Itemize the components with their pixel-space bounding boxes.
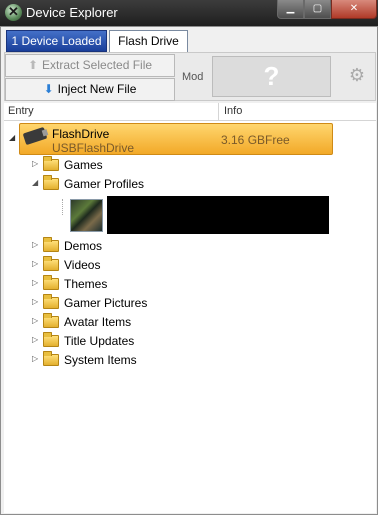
tree-connector [62, 199, 63, 215]
tab-device-loaded[interactable]: 1 Device Loaded [6, 30, 107, 52]
root-name: FlashDrive [52, 127, 110, 141]
root-free-space: 3.16 GBFree [221, 133, 290, 147]
tree-item-label: Avatar Items [64, 315, 132, 329]
tree-item-label: Gamer Profiles [64, 177, 145, 191]
tree-item-label: Games [64, 158, 103, 172]
folder-icon [43, 332, 59, 347]
expand-arrow-icon[interactable]: ▷ [32, 316, 38, 325]
collapse-arrow-icon[interactable]: ◢ [9, 133, 15, 142]
arrow-up-icon: ⬆ [27, 58, 38, 72]
column-info[interactable]: Info [224, 105, 242, 117]
gamer-picture-thumbnail[interactable] [70, 199, 103, 232]
folder-icon [43, 256, 59, 271]
window-title: Device Explorer [26, 5, 118, 20]
tree-item-label: Title Updates [64, 334, 135, 348]
arrow-down-icon: ⬇ [43, 82, 54, 96]
folder-icon [43, 237, 59, 252]
folder-icon [43, 294, 59, 309]
inject-new-file-button[interactable]: ⬇ Inject New File [5, 78, 175, 101]
usb-drive-icon [22, 126, 48, 146]
tree-item-themes[interactable]: ▷ Themes [32, 275, 232, 293]
file-tree: ◢ FlashDrive USBFlashDrive 3.16 GBFree ▷… [4, 121, 376, 513]
toolbar: ⬆ Extract Selected File ⬇ Inject New File … [4, 52, 376, 101]
folder-icon [43, 275, 59, 290]
column-entry[interactable]: Entry [8, 105, 34, 117]
minimize-button[interactable]: ▁ [277, 0, 304, 19]
collapse-arrow-icon[interactable]: ◢ [32, 178, 38, 187]
tree-item-label: Themes [64, 277, 108, 291]
folder-icon [43, 156, 59, 171]
tree-item-label: System Items [64, 353, 137, 367]
expand-arrow-icon[interactable]: ▷ [32, 259, 38, 268]
expand-arrow-icon[interactable]: ▷ [32, 335, 38, 344]
tree-item-system-items[interactable]: ▷ System Items [32, 351, 232, 369]
folder-icon [43, 313, 59, 328]
tree-item-demos[interactable]: ▷ Demos [32, 237, 232, 255]
tree-item-gamer-pictures[interactable]: ▷ Gamer Pictures [32, 294, 232, 312]
title-bar: Device Explorer ▁ ▢ ✕ [0, 0, 378, 26]
tree-item-label: Gamer Pictures [64, 296, 148, 310]
expand-arrow-icon[interactable]: ▷ [32, 240, 38, 249]
close-button[interactable]: ✕ [331, 0, 377, 19]
gear-icon[interactable]: ⚙ [348, 66, 366, 84]
tab-flash-drive[interactable]: Flash Drive [109, 30, 188, 52]
xbox-logo-icon [5, 4, 22, 21]
column-header: Entry Info [4, 103, 376, 121]
mod-preview: ? [212, 56, 331, 97]
tree-item-gamer-profiles[interactable]: ◢ Gamer Profiles [32, 175, 232, 193]
root-type: USBFlashDrive [52, 141, 135, 155]
mod-placeholder: ? [263, 61, 280, 91]
expand-arrow-icon[interactable]: ▷ [32, 278, 38, 287]
expand-arrow-icon[interactable]: ▷ [32, 297, 38, 306]
column-separator[interactable] [218, 103, 219, 121]
extract-selected-file-button[interactable]: ⬆ Extract Selected File [5, 54, 175, 77]
tree-item-title-updates[interactable]: ▷ Title Updates [32, 332, 232, 350]
tree-item-avatar-items[interactable]: ▷ Avatar Items [32, 313, 232, 331]
mod-label: Mod [182, 71, 204, 83]
tree-item-label: Videos [64, 258, 101, 272]
redacted-profile-name [107, 196, 329, 234]
maximize-button[interactable]: ▢ [304, 0, 331, 19]
open-folder-icon [43, 175, 59, 190]
tree-item-videos[interactable]: ▷ Videos [32, 256, 232, 274]
folder-icon [43, 351, 59, 366]
tree-item-games[interactable]: ▷ Games [32, 156, 232, 174]
tree-item-label: Demos [64, 239, 103, 253]
tree-root-flashdrive[interactable]: FlashDrive USBFlashDrive 3.16 GBFree [19, 123, 333, 155]
expand-arrow-icon[interactable]: ▷ [32, 159, 38, 168]
expand-arrow-icon[interactable]: ▷ [32, 354, 38, 363]
